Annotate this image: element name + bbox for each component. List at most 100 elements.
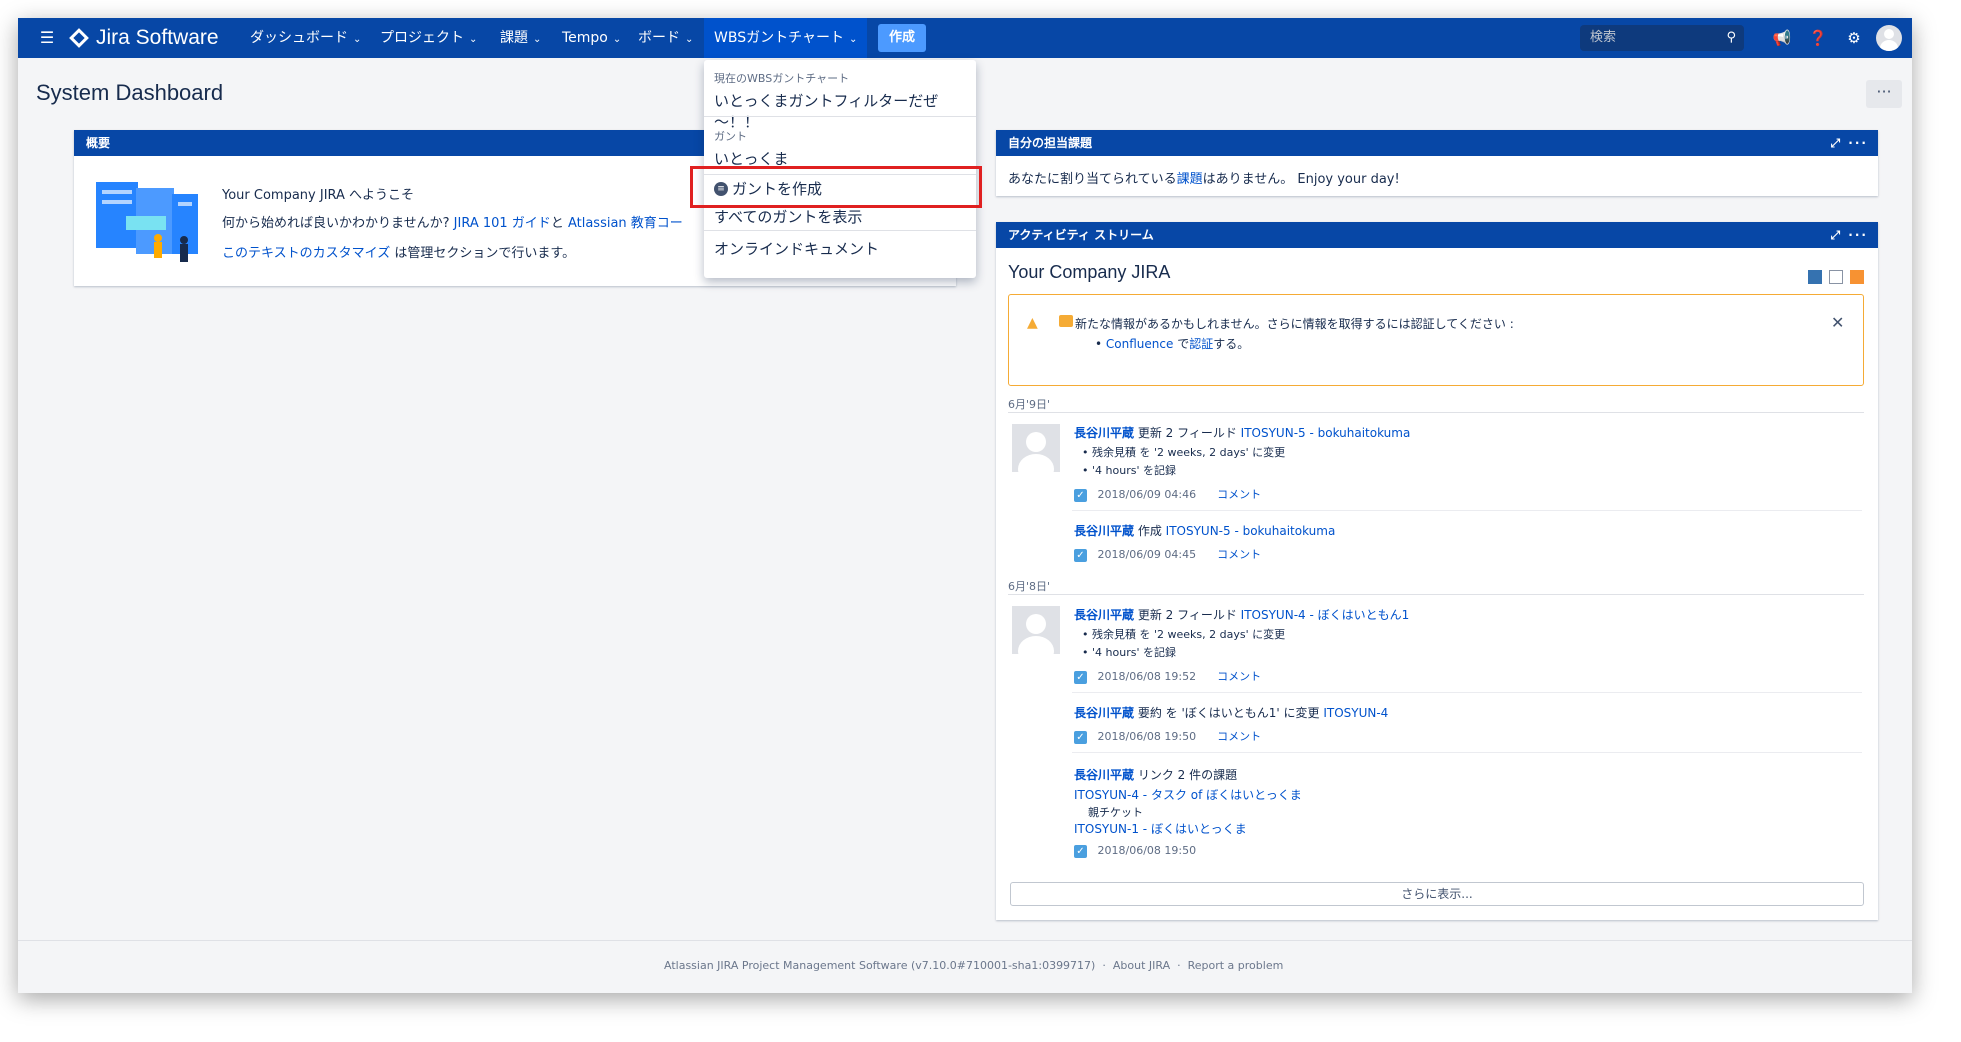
megaphone-icon[interactable]: 📢: [1770, 26, 1794, 50]
assigned-gadget-header: 自分の担当課題 ⤢ ···: [996, 130, 1878, 156]
warning-mid: で: [1173, 337, 1190, 351]
divider: [1008, 412, 1864, 413]
create-button[interactable]: 作成: [878, 24, 926, 52]
user-link[interactable]: 長谷川平蔵: [1074, 768, 1134, 782]
dropdown-item-show-all[interactable]: すべてのガントを表示: [714, 206, 862, 227]
full-view-icon[interactable]: [1808, 269, 1822, 284]
entry-action: リンク 2 件の課題: [1134, 768, 1238, 782]
gadget-controls[interactable]: ⤢ ···: [1831, 222, 1868, 248]
assigned-gadget: 自分の担当課題 ⤢ ··· あなたに割り当てられている課題はありません。 Enj…: [996, 130, 1878, 196]
comment-link[interactable]: コメント: [1217, 670, 1261, 683]
entry-meta: ✓ 2018/06/09 04:45 コメント: [1074, 546, 1261, 562]
divider: [1072, 692, 1862, 693]
list-view-icon[interactable]: [1829, 269, 1844, 284]
activity-heading: Your Company JIRA: [1008, 262, 1171, 282]
user-avatar[interactable]: [1012, 424, 1060, 472]
search-input[interactable]: 検索 ⚲: [1580, 25, 1744, 51]
dropdown-section-header: 現在のWBSガントチャート: [714, 72, 850, 85]
activity-entry-5: 長谷川平蔵 リンク 2 件の課題: [1074, 766, 1237, 783]
about-jira-link[interactable]: About JIRA: [1113, 959, 1170, 972]
menu-icon[interactable]: ☰: [36, 28, 58, 48]
issue-link[interactable]: ITOSYUN-4: [1323, 706, 1388, 720]
comment-link[interactable]: コメント: [1217, 548, 1261, 561]
report-problem-link[interactable]: Report a problem: [1188, 959, 1284, 972]
nav-tempo[interactable]: Tempo ⌄: [562, 18, 621, 58]
nav-projects[interactable]: プロジェクト ⌄: [380, 18, 477, 58]
chevron-down-icon: ⌄: [533, 34, 542, 45]
close-icon[interactable]: ✕: [1831, 313, 1844, 332]
auth-warning: ▲ 新たな情報があるかもしれません。さらに情報を取得するには認証してください :…: [1008, 294, 1864, 386]
issues-link[interactable]: 課題: [1177, 172, 1203, 187]
activity-title: アクティビティ ストリーム: [1008, 228, 1154, 242]
activity-gadget-header: アクティビティ ストリーム ⤢ ···: [996, 222, 1878, 248]
nav-issues-label: 課題: [500, 30, 528, 46]
gear-icon[interactable]: ⚙: [1842, 26, 1866, 50]
warning-icon: ▲: [1027, 315, 1038, 331]
rss-icon[interactable]: [1850, 269, 1865, 284]
task-icon: ✓: [1074, 670, 1087, 684]
customize-text-link[interactable]: このテキストのカスタマイズ: [222, 246, 390, 261]
warning-text: 新たな情報があるかもしれません。さらに情報を取得するには認証してください :: [1075, 317, 1514, 331]
detail-text: '4 hours' を記録: [1092, 646, 1176, 659]
activity-gadget: アクティビティ ストリーム ⤢ ··· Your Company JIRA ▲ …: [996, 222, 1878, 920]
divider: [1008, 594, 1864, 595]
nav-wbs-gantt[interactable]: WBSガントチャート ⌄: [704, 18, 868, 58]
entry-meta: ✓ 2018/06/08 19:50 コメント: [1074, 728, 1261, 744]
search-icon: ⚲: [1726, 30, 1736, 45]
issue-link[interactable]: ITOSYUN-4 - ぼくはいともん1: [1241, 608, 1410, 622]
welcome-illustration: [96, 182, 198, 262]
footer: Atlassian JIRA Project Management Softwa…: [18, 940, 1912, 993]
gadget-controls[interactable]: ⤢ ···: [1831, 130, 1868, 156]
chevron-down-icon: ⌄: [469, 34, 478, 45]
assigned-text-end: はありません。 Enjoy your day!: [1202, 172, 1400, 187]
entry-meta: ✓ 2018/06/09 04:46 コメント: [1074, 486, 1261, 502]
user-link[interactable]: 長谷川平蔵: [1074, 608, 1134, 622]
nav-issues[interactable]: 課題 ⌄: [500, 18, 541, 58]
nav-dashboard[interactable]: ダッシュボード ⌄: [250, 18, 361, 58]
dropdown-item-current-filter[interactable]: いとっくまガントフィルターだぜ～！！: [714, 90, 976, 132]
comment-link[interactable]: コメント: [1217, 730, 1261, 743]
assigned-message: あなたに割り当てられている課題はありません。 Enjoy your day!: [1008, 168, 1400, 187]
jira-logo[interactable]: Jira Software: [69, 25, 219, 51]
nav-boards-label: ボード: [638, 30, 680, 46]
chevron-down-icon: ⌄: [353, 34, 362, 45]
user-link[interactable]: 長谷川平蔵: [1074, 706, 1134, 720]
help-icon[interactable]: ❓: [1806, 26, 1830, 50]
dropdown-divider: [704, 116, 976, 117]
nav-dashboard-label: ダッシュボード: [250, 30, 348, 46]
top-navigation: ☰ Jira Software ダッシュボード ⌄ プロジェクト ⌄ 課題 ⌄ Tem…: [18, 18, 1912, 58]
show-more-button[interactable]: さらに表示...: [1010, 882, 1864, 906]
entry-detail: • '4 hours' を記録: [1082, 464, 1176, 477]
dropdown-divider: [704, 230, 976, 231]
view-icons: [1808, 266, 1865, 285]
user-link[interactable]: 長谷川平蔵: [1074, 524, 1134, 538]
more-actions-button[interactable]: ···: [1866, 80, 1902, 108]
nav-boards[interactable]: ボード ⌄: [638, 18, 693, 58]
footer-version: Atlassian JIRA Project Management Softwa…: [664, 959, 1096, 972]
nav-tempo-label: Tempo: [562, 30, 608, 46]
chevron-down-icon: ⌄: [612, 34, 622, 45]
comment-link[interactable]: コメント: [1217, 488, 1261, 501]
entry-action: 更新 2 フィールド: [1134, 426, 1241, 440]
authenticate-link[interactable]: 認証: [1189, 337, 1213, 351]
assigned-title: 自分の担当課題: [1008, 136, 1093, 150]
chevron-down-icon: ⌄: [685, 34, 694, 45]
customize-line: このテキストのカスタマイズ は管理セクションで行います。: [222, 242, 575, 261]
linked-issue-link[interactable]: ITOSYUN-4 - タスク of ぼくはいとっくま: [1074, 786, 1302, 803]
activity-entry-3: 長谷川平蔵 更新 2 フィールド ITOSYUN-4 - ぼくはいともん1: [1074, 606, 1409, 623]
jira101-guide-link[interactable]: JIRA 101 ガイド: [454, 216, 551, 231]
issue-link[interactable]: ITOSYUN-5 - bokuhaitokuma: [1166, 524, 1336, 538]
avatar[interactable]: [1876, 25, 1902, 51]
user-link[interactable]: 長谷川平蔵: [1074, 426, 1134, 440]
dropdown-item-online-docs[interactable]: オンラインドキュメント: [714, 238, 879, 259]
issue-link[interactable]: ITOSYUN-5 - bokuhaitokuma: [1241, 426, 1411, 440]
activity-entry-2: 長谷川平蔵 作成 ITOSYUN-5 - bokuhaitokuma: [1074, 522, 1335, 539]
entry-action: 更新 2 フィールド: [1134, 608, 1241, 622]
activity-entry-1: 長谷川平蔵 更新 2 フィールド ITOSYUN-5 - bokuhaitoku…: [1074, 424, 1410, 441]
entry-meta: ✓ 2018/06/08 19:52 コメント: [1074, 668, 1261, 684]
linked-issue-link[interactable]: ITOSYUN-1 - ぼくはいとっくま: [1074, 820, 1247, 837]
user-avatar[interactable]: [1012, 606, 1060, 654]
atlassian-training-link[interactable]: Atlassian 教育コー: [568, 216, 683, 231]
timestamp: 2018/06/08 19:50: [1097, 844, 1197, 857]
confluence-link[interactable]: Confluence: [1106, 337, 1173, 351]
